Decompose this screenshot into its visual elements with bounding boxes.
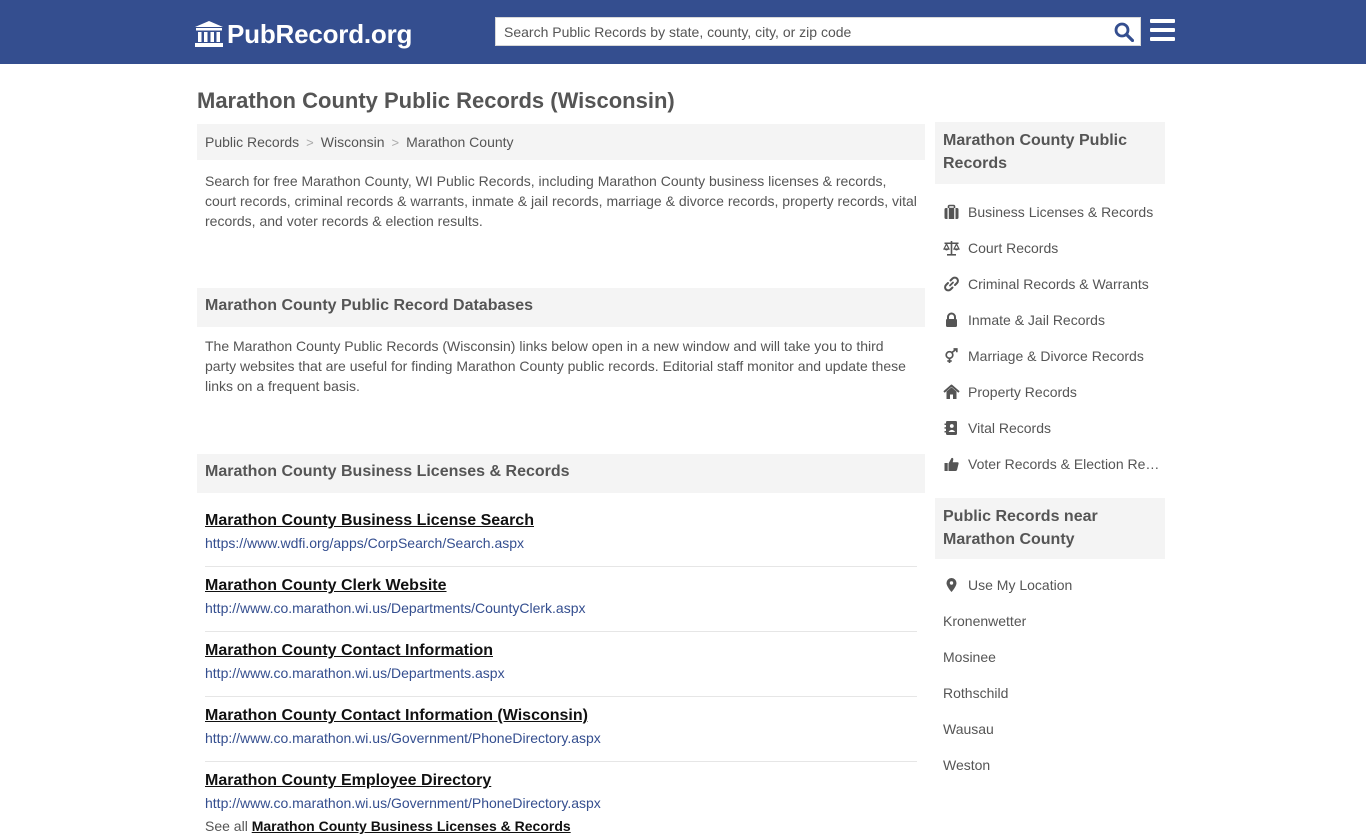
breadcrumb-separator: > [306, 135, 314, 150]
search-input[interactable] [496, 18, 1096, 45]
nearby-place-link[interactable]: Mosinee [935, 639, 1165, 675]
sidebar-records-heading: Marathon County Public Records [935, 122, 1165, 184]
site-logo[interactable]: PubRecord.org [195, 18, 412, 50]
use-my-location-link[interactable]: Use My Location [935, 567, 1165, 603]
databases-description: The Marathon County Public Records (Wisc… [205, 338, 906, 394]
record-link-url: https://www.wdfi.org/apps/CorpSearch/Sea… [205, 535, 525, 551]
search-box [495, 17, 1141, 46]
sidebar-item-label: Voter Records & Election Results [968, 456, 1165, 472]
sidebar-item-business[interactable]: Business Licenses & Records [935, 194, 1165, 230]
sidebar-item-label: Criminal Records & Warrants [968, 276, 1149, 292]
business-heading: Marathon County Business Licenses & Reco… [197, 454, 925, 493]
list-item: Marathon County Contact Information http… [205, 632, 917, 697]
record-link-url: http://www.co.marathon.wi.us/Departments… [205, 600, 586, 616]
nearby-place-label: Wausau [943, 721, 994, 737]
record-link-url: http://www.co.marathon.wi.us/Government/… [205, 730, 601, 746]
sidebar-item-marriage[interactable]: Marriage & Divorce Records [935, 338, 1165, 374]
scales-icon [943, 241, 960, 256]
see-all-prefix: See all [205, 818, 248, 834]
sidebar-item-vital[interactable]: Vital Records [935, 410, 1165, 446]
sidebar: Marathon County Public Records Business … [935, 122, 1165, 783]
list-item: Marathon County Business License Search … [205, 493, 917, 567]
nearby-place-label: Mosinee [943, 649, 996, 665]
use-my-location-label: Use My Location [968, 577, 1073, 593]
record-link-title[interactable]: Marathon County Contact Information (Wis… [205, 707, 588, 725]
see-all-row: See all Marathon County Business License… [197, 818, 925, 834]
record-link-url: http://www.co.marathon.wi.us/Departments… [205, 665, 505, 681]
top-navbar: PubRecord.org [0, 0, 1366, 64]
record-link-title[interactable]: Marathon County Employee Directory [205, 772, 491, 790]
sidebar-item-inmate[interactable]: Inmate & Jail Records [935, 302, 1165, 338]
see-all-link[interactable]: Marathon County Business Licenses & Reco… [252, 818, 571, 834]
sidebar-item-court[interactable]: Court Records [935, 230, 1165, 266]
intro-text: Search for free Marathon County, WI Publ… [205, 173, 917, 229]
record-link-title[interactable]: Marathon County Contact Information [205, 642, 493, 660]
sidebar-item-label: Property Records [968, 384, 1077, 400]
home-icon [943, 384, 960, 399]
record-link-title[interactable]: Marathon County Business License Search [205, 512, 534, 530]
record-link-title[interactable]: Marathon County Clerk Website [205, 577, 447, 595]
breadcrumb: Public Records > Wisconsin > Marathon County [197, 124, 925, 160]
sidebar-item-label: Vital Records [968, 420, 1052, 436]
search-icon[interactable] [1114, 22, 1134, 42]
breadcrumb-public-records[interactable]: Public Records [205, 134, 299, 150]
sidebar-item-label: Court Records [968, 240, 1059, 256]
sidebar-item-label: Marriage & Divorce Records [968, 348, 1144, 364]
courthouse-icon [195, 21, 223, 47]
nearby-place-link[interactable]: Wausau [935, 711, 1165, 747]
nearby-place-link[interactable]: Rothschild [935, 675, 1165, 711]
thumbs-up-icon [944, 457, 959, 471]
breadcrumb-separator: > [391, 135, 400, 150]
sidebar-item-label: Business Licenses & Records [968, 204, 1154, 220]
sidebar-nearby-heading: Public Records near Marathon County [935, 498, 1165, 559]
address-book-icon [944, 421, 957, 435]
nearby-place-label: Kronenwetter [943, 613, 1027, 629]
lock-icon [946, 312, 957, 327]
sidebar-nearby-list: Use My Location Kronenwetter Mosinee Rot… [935, 559, 1165, 783]
nearby-place-link[interactable]: Kronenwetter [935, 603, 1165, 639]
main-content: Public Records > Wisconsin > Marathon County… [197, 124, 925, 834]
breadcrumb-wisconsin[interactable]: Wisconsin [321, 134, 385, 150]
business-link-list: Marathon County Business License Search … [197, 493, 925, 827]
sidebar-item-criminal[interactable]: Criminal Records & Warrants [935, 266, 1165, 302]
hamburger-menu-icon[interactable] [1150, 19, 1175, 42]
list-item: Marathon County Clerk Website http://www… [205, 567, 917, 632]
breadcrumb-marathon-county[interactable]: Marathon County [406, 134, 513, 150]
nearby-place-link[interactable]: Weston [935, 747, 1165, 783]
logo-text: PubRecord.org [227, 18, 413, 49]
list-item: Marathon County Contact Information (Wis… [205, 697, 917, 762]
sidebar-item-label: Inmate & Jail Records [968, 312, 1105, 328]
sidebar-records-list: Business Licenses & Records Court Record… [935, 184, 1165, 482]
briefcase-icon [944, 204, 959, 219]
sidebar-item-voter[interactable]: Voter Records & Election Results [935, 446, 1165, 482]
sidebar-item-property[interactable]: Property Records [935, 374, 1165, 410]
databases-heading: Marathon County Public Record Databases [197, 288, 925, 327]
map-pin-icon [946, 578, 957, 592]
nearby-place-label: Rothschild [943, 685, 1009, 701]
gender-icon [945, 348, 958, 363]
nearby-place-label: Weston [943, 757, 991, 773]
record-link-url: http://www.co.marathon.wi.us/Government/… [205, 795, 601, 811]
link-icon [944, 276, 959, 292]
page-title: Marathon County Public Records (Wisconsi… [197, 88, 675, 113]
